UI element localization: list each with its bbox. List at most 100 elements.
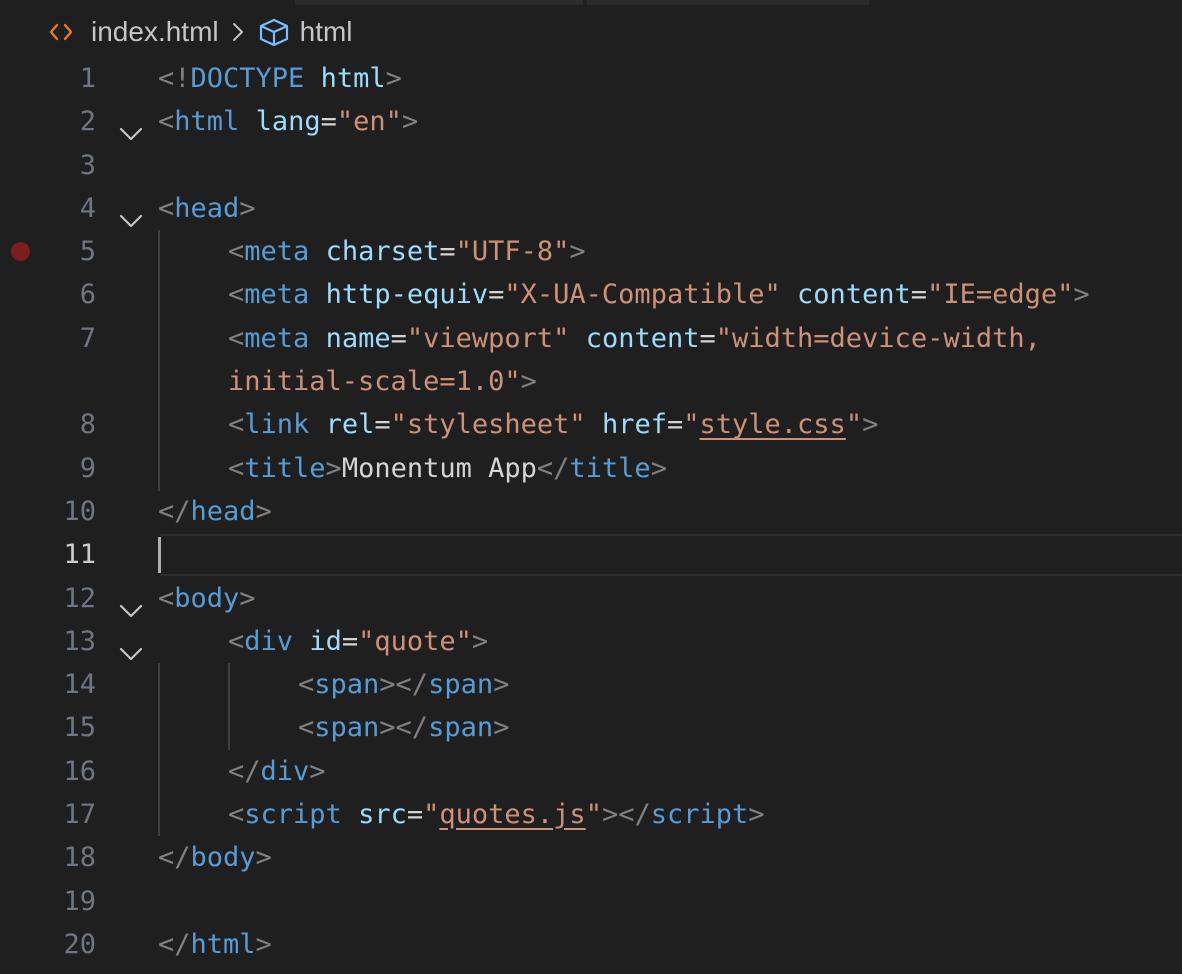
code-punctuation: < — [158, 192, 175, 224]
code-content: <div id="quote"> — [228, 620, 488, 663]
code-punctuation: > — [471, 625, 489, 657]
code-line[interactable]: 10 </head> — [0, 490, 1182, 533]
code-attribute: name — [325, 322, 391, 354]
code-punctuation: > — [1073, 279, 1090, 311]
code-string: "quote" — [358, 625, 472, 657]
tab-edge[interactable] — [587, 0, 869, 5]
code-line[interactable]: 19 — [0, 880, 1182, 923]
code-punctuation: </ — [228, 755, 261, 787]
code-line[interactable]: 9 <title>Monentum App</title> — [0, 447, 1182, 490]
code-string: "X-UA-Compatible" — [504, 279, 781, 311]
code-punctuation: > — [493, 669, 510, 701]
code-line[interactable]: 13 <div id="quote"> — [0, 620, 1182, 663]
code-content: <head> — [158, 187, 256, 230]
breadcrumb-symbol[interactable]: html — [300, 16, 353, 48]
code-punctuation: > — [862, 409, 879, 441]
code-punctuation: < — [228, 279, 245, 311]
code-text: = — [390, 322, 407, 354]
code-tag: span — [428, 669, 494, 701]
tab-edge[interactable] — [295, 0, 583, 5]
html-file-icon[interactable] — [47, 18, 75, 46]
code-content: <meta http-equiv="X-UA-Compatible" conte… — [228, 273, 1090, 316]
code-content: initial-scale=1.0"> — [228, 360, 537, 403]
line-number: 1 — [79, 63, 96, 94]
code-line[interactable]: 3 — [0, 144, 1182, 187]
line-number: 12 — [63, 582, 96, 614]
code-line[interactable]: 11 — [0, 533, 1182, 576]
code-content: <title>Monentum App</title> — [228, 447, 667, 490]
code-punctuation: > — [239, 192, 256, 224]
code-line[interactable]: 16 </div> — [0, 750, 1182, 793]
chevron-down-icon[interactable] — [118, 113, 144, 141]
code-content: <!DOCTYPE html> — [158, 57, 402, 100]
line-number: 7 — [79, 322, 96, 354]
code-line[interactable]: 20 </html> — [0, 923, 1182, 966]
code-line[interactable]: initial-scale=1.0"> — [0, 360, 1182, 403]
code-content: <body> — [158, 577, 256, 620]
line-number: 16 — [63, 755, 96, 787]
code-link[interactable]: style.css — [700, 409, 846, 440]
code-line[interactable]: 1 <!DOCTYPE html> — [0, 57, 1182, 100]
line-number: 14 — [63, 669, 96, 701]
chevron-down-icon[interactable] — [118, 590, 144, 617]
line-number: 6 — [79, 279, 96, 311]
code-punctuation: > — [255, 928, 272, 960]
code-string: "viewport" — [406, 322, 570, 354]
code-string: initial-scale=1.0" — [228, 366, 521, 398]
code-string: " — [423, 799, 440, 831]
code-tag: body — [190, 842, 256, 874]
code-link[interactable]: quotes.js — [439, 799, 585, 830]
code-text: = — [666, 409, 684, 441]
code-text: Monentum App — [341, 452, 537, 484]
code-string: " — [683, 409, 700, 441]
code-line[interactable]: 18 </body> — [0, 836, 1182, 879]
code-tag: script — [650, 799, 749, 831]
chevron-down-icon[interactable] — [118, 200, 144, 227]
line-number: 2 — [79, 106, 96, 138]
code-punctuation: ></ — [601, 799, 651, 831]
line-number: 18 — [63, 842, 96, 874]
code-line[interactable]: 7 <meta name="viewport" content="width=de… — [0, 317, 1182, 360]
code-line[interactable]: 12 <body> — [0, 577, 1182, 620]
cube-symbol-icon[interactable] — [257, 16, 291, 48]
breadcrumb: index.html html — [0, 8, 1182, 56]
code-tag: span — [428, 712, 494, 744]
code-punctuation: > — [569, 236, 586, 268]
code-line[interactable]: 5 <meta charset="UTF-8"> — [0, 230, 1182, 273]
code-tag: head — [174, 192, 240, 224]
code-punctuation: < — [158, 106, 175, 138]
code-line[interactable]: 2 <html lang="en"> — [0, 100, 1182, 143]
code-punctuation: < — [228, 322, 245, 354]
code-string: "IE=edge" — [927, 279, 1074, 311]
code-tag: script — [244, 799, 342, 831]
line-number: 20 — [63, 928, 96, 960]
code-line[interactable]: 17 <script src="quotes.js"></script> — [0, 793, 1182, 836]
code-line[interactable]: 6 <meta http-equiv="X-UA-Compatible" cont… — [0, 273, 1182, 316]
code-punctuation: > — [385, 63, 402, 94]
line-number: 19 — [63, 885, 96, 917]
code-line[interactable]: 14 <span></span> — [0, 663, 1182, 706]
code-punctuation: > — [650, 452, 667, 484]
code-tag: title — [569, 452, 651, 484]
line-number: 15 — [63, 712, 96, 744]
code-string: " — [585, 799, 602, 831]
code-content: <link rel="stylesheet" href="style.css"> — [228, 403, 878, 446]
code-string: " — [845, 409, 863, 441]
code-punctuation: > — [239, 582, 256, 614]
code-content: <span></span> — [298, 663, 509, 706]
code-line[interactable]: 4 <head> — [0, 187, 1182, 230]
code-line[interactable]: 8 <link rel="stylesheet" href="style.css"… — [0, 403, 1182, 446]
code-tag: html — [190, 928, 256, 960]
code-text: = — [374, 409, 391, 441]
code-line[interactable]: 15 <span></span> — [0, 706, 1182, 749]
code-punctuation: > — [748, 799, 765, 831]
breadcrumb-file[interactable]: index.html — [91, 16, 219, 48]
chevron-down-icon[interactable] — [118, 633, 144, 660]
code-editor[interactable]: 1 <!DOCTYPE html> 2 <html lang="en"> 3 4 <head… — [0, 57, 1182, 966]
code-attribute: lang — [255, 106, 321, 138]
code-punctuation: < — [298, 669, 315, 701]
code-punctuation: </ — [158, 842, 191, 874]
